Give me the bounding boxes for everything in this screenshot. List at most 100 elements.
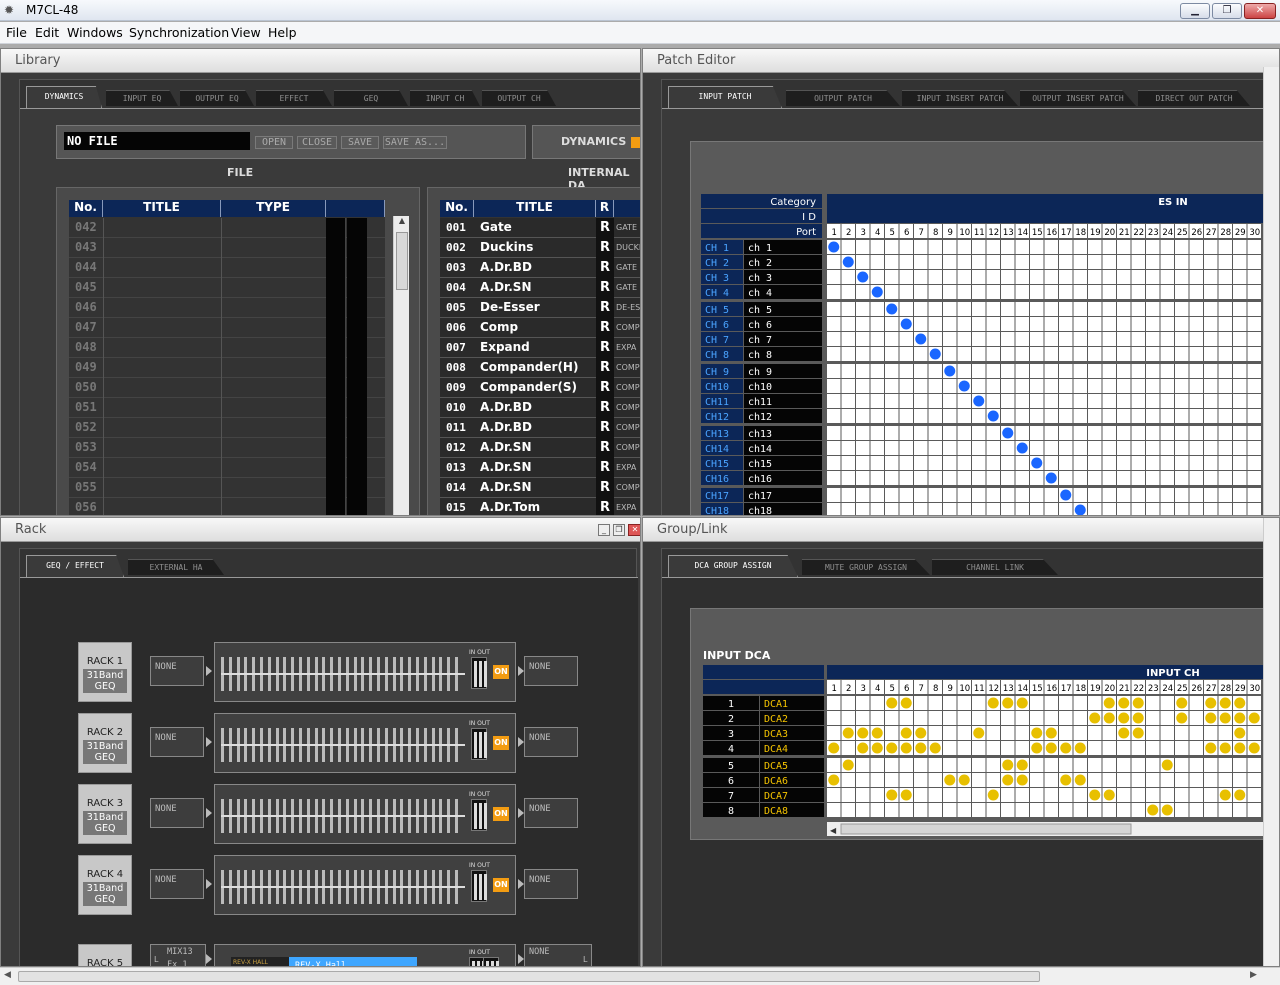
dca-assign-dot[interactable] <box>1161 804 1173 816</box>
patch-cell[interactable] <box>972 270 986 284</box>
patch-cell[interactable] <box>943 503 957 516</box>
patch-cell[interactable] <box>1204 270 1218 284</box>
file-table-row[interactable]: 042 <box>69 218 385 238</box>
patch-cell[interactable] <box>1059 456 1073 470</box>
patch-cell[interactable] <box>1204 426 1218 440</box>
patch-cell[interactable] <box>1073 317 1088 331</box>
dca-cell[interactable] <box>1015 711 1030 725</box>
patch-cell[interactable] <box>1247 285 1262 299</box>
dca-cell[interactable] <box>1175 773 1189 787</box>
patch-cell[interactable] <box>1218 285 1233 299</box>
dca-assign-dot[interactable] <box>915 742 927 754</box>
patch-cell[interactable] <box>885 285 899 299</box>
dca-cell[interactable] <box>1117 788 1131 802</box>
patch-cell[interactable] <box>1015 317 1030 331</box>
main-scroll-thumb[interactable] <box>18 971 1040 982</box>
patch-cell[interactable] <box>1015 347 1030 361</box>
patch-cell[interactable] <box>856 456 870 470</box>
patch-cell[interactable] <box>1088 471 1102 485</box>
internal-table-row[interactable]: 006 Comp R COMP <box>440 318 640 338</box>
patch-cell[interactable] <box>1044 240 1059 254</box>
patch-cell[interactable] <box>1030 394 1044 408</box>
dca-cell[interactable] <box>1233 758 1247 772</box>
dca-cell[interactable] <box>1131 741 1146 755</box>
patch-cell[interactable] <box>1204 332 1218 346</box>
patch-cell[interactable] <box>1218 240 1233 254</box>
dca-cell[interactable] <box>972 803 986 817</box>
patch-cell[interactable] <box>1233 364 1247 378</box>
patch-cell[interactable] <box>1117 379 1131 393</box>
dca-assign-dot[interactable] <box>1016 759 1028 771</box>
dca-cell[interactable] <box>1218 773 1233 787</box>
patch-cell[interactable] <box>856 317 870 331</box>
dca-assign-dot[interactable] <box>1045 727 1057 739</box>
patch-cell[interactable] <box>1160 394 1175 408</box>
patch-cell[interactable] <box>870 409 885 423</box>
patch-cell[interactable] <box>1102 317 1117 331</box>
patch-cell[interactable] <box>1218 503 1233 516</box>
patch-cell[interactable] <box>1233 379 1247 393</box>
patch-cell[interactable] <box>928 456 943 470</box>
patch-cell[interactable] <box>986 471 1001 485</box>
patch-cell[interactable] <box>1001 394 1015 408</box>
dca-cell[interactable] <box>1044 803 1059 817</box>
tab-geq[interactable]: GEQ <box>334 90 408 106</box>
dca-cell[interactable] <box>1175 788 1189 802</box>
patch-cell[interactable] <box>943 456 957 470</box>
dca-assign-dot[interactable] <box>987 789 999 801</box>
patch-cell[interactable] <box>1044 456 1059 470</box>
patch-cell[interactable] <box>1030 347 1044 361</box>
dca-assign-dot[interactable] <box>1002 759 1014 771</box>
patch-cell[interactable] <box>1102 394 1117 408</box>
dca-assign-dot[interactable] <box>1002 774 1014 786</box>
patch-cell[interactable] <box>943 317 957 331</box>
patch-cell[interactable] <box>856 409 870 423</box>
dca-cell[interactable] <box>1001 788 1015 802</box>
dca-assign-dot[interactable] <box>958 774 970 786</box>
patch-cell[interactable] <box>1175 347 1189 361</box>
patch-cell[interactable] <box>899 441 914 455</box>
patch-cell[interactable] <box>1030 240 1044 254</box>
rack-on-button[interactable]: ON <box>493 878 509 892</box>
patch-cell[interactable] <box>1030 409 1044 423</box>
patch-cell[interactable] <box>885 394 899 408</box>
patch-dot[interactable] <box>915 333 927 345</box>
patch-cell[interactable] <box>1073 488 1088 502</box>
patch-cell[interactable] <box>1175 379 1189 393</box>
tab-input-eq[interactable]: INPUT EQ <box>106 90 178 106</box>
dca-cell[interactable] <box>1015 741 1030 755</box>
dca-cell[interactable] <box>841 711 856 725</box>
patch-cell[interactable] <box>914 364 928 378</box>
dca-cell[interactable] <box>1204 726 1218 740</box>
patch-cell[interactable] <box>1015 426 1030 440</box>
internal-col-r[interactable]: R <box>596 200 614 217</box>
patch-cell[interactable] <box>827 364 841 378</box>
file-table-row[interactable]: 054 <box>69 458 385 478</box>
dca-cell[interactable] <box>1160 726 1175 740</box>
patch-cell[interactable] <box>1175 503 1189 516</box>
patch-cell[interactable] <box>986 270 1001 284</box>
dca-assign-dot[interactable] <box>1219 789 1231 801</box>
patch-dot[interactable] <box>1002 427 1014 439</box>
patch-cell[interactable] <box>1073 471 1088 485</box>
dca-assign-dot[interactable] <box>1045 742 1057 754</box>
dca-assign-dot[interactable] <box>1219 697 1231 709</box>
patch-cell[interactable] <box>943 240 957 254</box>
patch-cell[interactable] <box>1247 409 1262 423</box>
patch-cell[interactable] <box>1102 441 1117 455</box>
patch-cell[interactable] <box>1204 456 1218 470</box>
geq-display[interactable]: IN OUT ON <box>214 713 516 773</box>
dca-cell[interactable] <box>914 758 928 772</box>
patch-cell[interactable] <box>870 332 885 346</box>
patch-cell[interactable] <box>928 394 943 408</box>
group-window-scrollbar[interactable] <box>1263 518 1279 966</box>
dca-cell[interactable] <box>1059 711 1073 725</box>
patch-cell[interactable] <box>1218 456 1233 470</box>
patch-cell[interactable] <box>1247 364 1262 378</box>
save-button[interactable]: SAVE <box>341 136 379 149</box>
patch-cell[interactable] <box>1059 270 1073 284</box>
dca-cell[interactable] <box>1044 773 1059 787</box>
patch-dot[interactable] <box>871 286 883 298</box>
patch-cell[interactable] <box>928 441 943 455</box>
patch-cell[interactable] <box>1146 503 1160 516</box>
